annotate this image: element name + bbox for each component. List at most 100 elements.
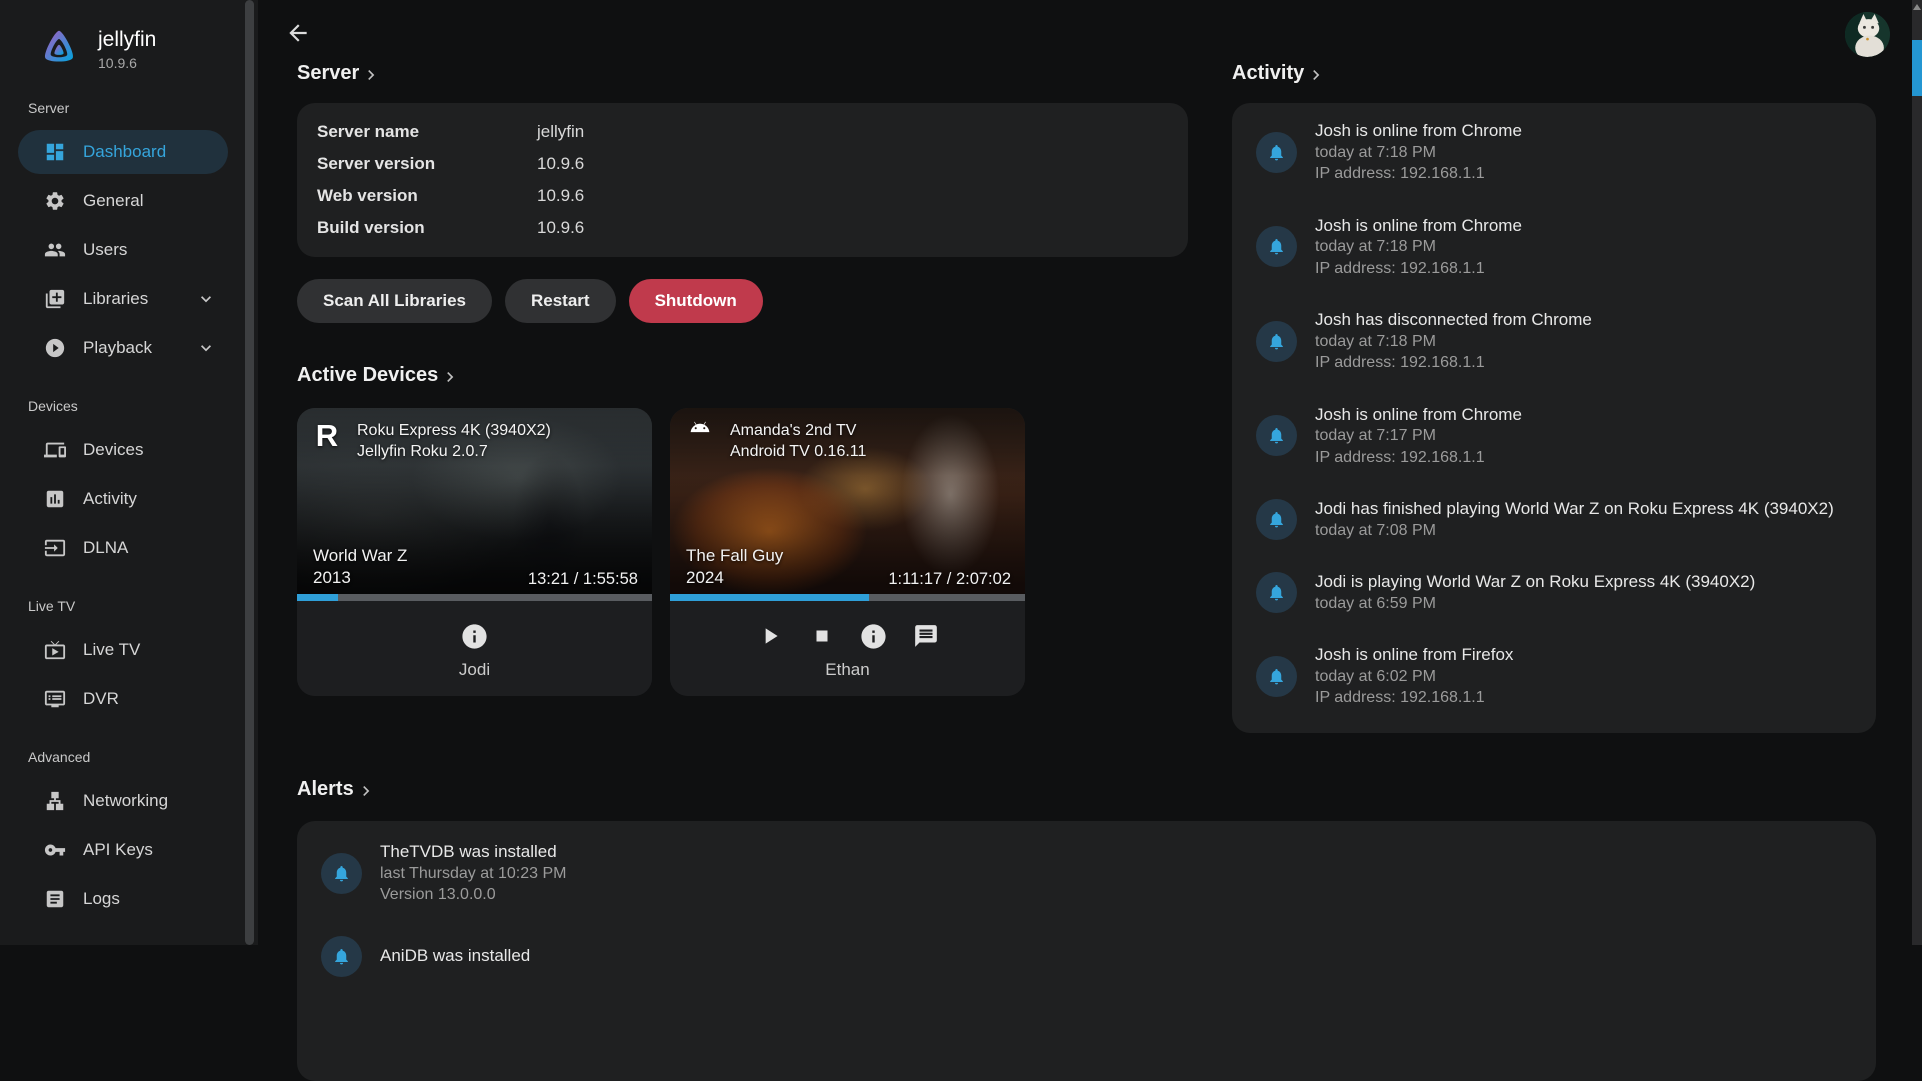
live-tv-icon <box>44 639 66 661</box>
client-version: Jellyfin Roku 2.0.7 <box>357 443 488 460</box>
scrollbar-up-arrow[interactable] <box>1913 4 1921 10</box>
activity-item: Josh is online from Chrome today at 7:18… <box>1256 120 1852 185</box>
info-icon <box>859 622 888 651</box>
active-devices-heading: Active Devices <box>297 364 438 387</box>
chevron-right-icon <box>440 367 460 387</box>
document-icon <box>44 888 66 910</box>
session-message-button[interactable] <box>911 621 941 651</box>
sidebar-item-libraries[interactable]: Libraries <box>18 277 228 321</box>
sidebar-item-logs[interactable]: Logs <box>18 877 228 921</box>
media-title: World War Z <box>313 546 407 565</box>
chevron-right-icon <box>361 65 381 85</box>
scan-all-libraries-button[interactable]: Scan All Libraries <box>297 279 492 323</box>
user-avatar[interactable] <box>1845 12 1890 57</box>
media-year: 2024 <box>686 568 724 587</box>
session-stop-button[interactable] <box>807 621 837 651</box>
comment-icon <box>913 623 939 649</box>
bell-icon <box>332 864 351 883</box>
playback-progress-bar <box>670 594 1025 601</box>
play-circle-icon <box>44 337 66 359</box>
alerts-section-link[interactable]: Alerts <box>297 778 1876 801</box>
activity-section-link[interactable]: Activity <box>1232 62 1326 85</box>
active-devices-section-link[interactable]: Active Devices <box>297 364 460 387</box>
activity-feed-card: Josh is online from Chrome today at 7:18… <box>1232 103 1876 733</box>
activity-item: Jodi has finished playing World War Z on… <box>1256 498 1852 541</box>
sidebar-item-general[interactable]: General <box>18 179 228 223</box>
activity-item: Jodi is playing World War Z on Roku Expr… <box>1256 571 1852 614</box>
server-heading: Server <box>297 62 359 85</box>
playback-progress-bar <box>297 594 652 601</box>
web-version-row: Web version 10.9.6 <box>317 180 1168 212</box>
sidebar-item-devices[interactable]: Devices <box>18 428 228 472</box>
nav-section-advanced: Advanced <box>28 749 258 765</box>
activity-item: Josh has disconnected from Chrome today … <box>1256 309 1852 374</box>
session-user-name: Jodi <box>459 660 490 680</box>
chevron-down-icon <box>196 338 216 358</box>
active-device-list: R Roku Express 4K (3940X2) Jellyfin Roku… <box>297 408 1025 696</box>
alert-item: TheTVDB was installed last Thursday at 1… <box>321 841 1852 906</box>
media-title: The Fall Guy <box>686 546 783 565</box>
sidebar-item-playback[interactable]: Playback <box>18 326 228 370</box>
app-version: 10.9.6 <box>98 55 156 71</box>
session-info-button[interactable] <box>460 621 490 651</box>
bell-icon <box>1267 143 1286 162</box>
library-add-icon <box>44 288 66 310</box>
play-icon <box>757 623 783 649</box>
alerts-card: TheTVDB was installed last Thursday at 1… <box>297 821 1876 1081</box>
session-card-androidtv[interactable]: Amanda's 2nd TV Android TV 0.16.11 The F… <box>670 408 1025 696</box>
shutdown-button[interactable]: Shutdown <box>629 279 763 323</box>
page-scrollbar[interactable] <box>1912 0 1922 945</box>
devices-icon <box>44 439 66 461</box>
bell-icon <box>1267 237 1286 256</box>
sidebar-item-users[interactable]: Users <box>18 228 228 272</box>
arrow-back-icon <box>285 34 311 49</box>
sidebar: jellyfin 10.9.6 Server Dashboard General… <box>0 0 258 945</box>
server-actions: Scan All Libraries Restart Shutdown <box>297 279 763 323</box>
server-version-row: Server version 10.9.6 <box>317 148 1168 180</box>
session-info-button[interactable] <box>859 621 889 651</box>
users-icon <box>44 239 66 261</box>
activity-heading: Activity <box>1232 62 1304 85</box>
sidebar-scrollbar[interactable] <box>245 0 254 945</box>
media-year: 2013 <box>313 568 351 587</box>
server-section-link[interactable]: Server <box>297 62 381 85</box>
sidebar-item-dvr[interactable]: DVR <box>18 677 228 721</box>
input-icon <box>44 537 66 559</box>
activity-item: Josh is online from Chrome today at 7:17… <box>1256 404 1852 469</box>
roku-logo-icon: R <box>309 418 345 462</box>
playback-progress-fill <box>297 594 338 601</box>
stop-icon <box>811 625 833 647</box>
playback-time: 13:21 / 1:55:58 <box>528 570 638 589</box>
session-play-button[interactable] <box>755 621 785 651</box>
sidebar-item-networking[interactable]: Networking <box>18 779 228 823</box>
android-icon <box>682 418 718 462</box>
bell-icon <box>1267 426 1286 445</box>
bell-icon <box>332 947 351 966</box>
activity-item: Josh is online from Firefox today at 6:0… <box>1256 644 1852 709</box>
nav-section-livetv: Live TV <box>28 598 258 614</box>
now-playing-backdrop: R Roku Express 4K (3940X2) Jellyfin Roku… <box>297 408 652 601</box>
jellyfin-logo-icon <box>36 26 82 72</box>
alert-item: AniDB was installed <box>321 936 1852 977</box>
sidebar-item-dlna[interactable]: DLNA <box>18 526 228 570</box>
scrollbar-thumb[interactable] <box>1912 40 1922 96</box>
info-icon <box>460 622 489 651</box>
restart-button[interactable]: Restart <box>505 279 616 323</box>
build-version-row: Build version 10.9.6 <box>317 212 1168 244</box>
server-name-row: Server name jellyfin <box>317 116 1168 148</box>
client-version: Android TV 0.16.11 <box>730 443 866 460</box>
bell-icon <box>1267 510 1286 529</box>
sidebar-item-live-tv[interactable]: Live TV <box>18 628 228 672</box>
nav-section-devices: Devices <box>28 398 258 414</box>
back-button[interactable] <box>284 20 312 48</box>
sidebar-item-dashboard[interactable]: Dashboard <box>18 130 228 174</box>
app-brand: jellyfin 10.9.6 <box>0 0 258 72</box>
chevron-right-icon <box>1306 65 1326 85</box>
sidebar-item-activity[interactable]: Activity <box>18 477 228 521</box>
session-user-name: Ethan <box>825 660 869 680</box>
session-card-roku[interactable]: R Roku Express 4K (3940X2) Jellyfin Roku… <box>297 408 652 696</box>
sidebar-item-api-keys[interactable]: API Keys <box>18 828 228 872</box>
chevron-down-icon <box>196 289 216 309</box>
bar-chart-icon <box>44 488 66 510</box>
dashboard-icon <box>44 141 66 163</box>
